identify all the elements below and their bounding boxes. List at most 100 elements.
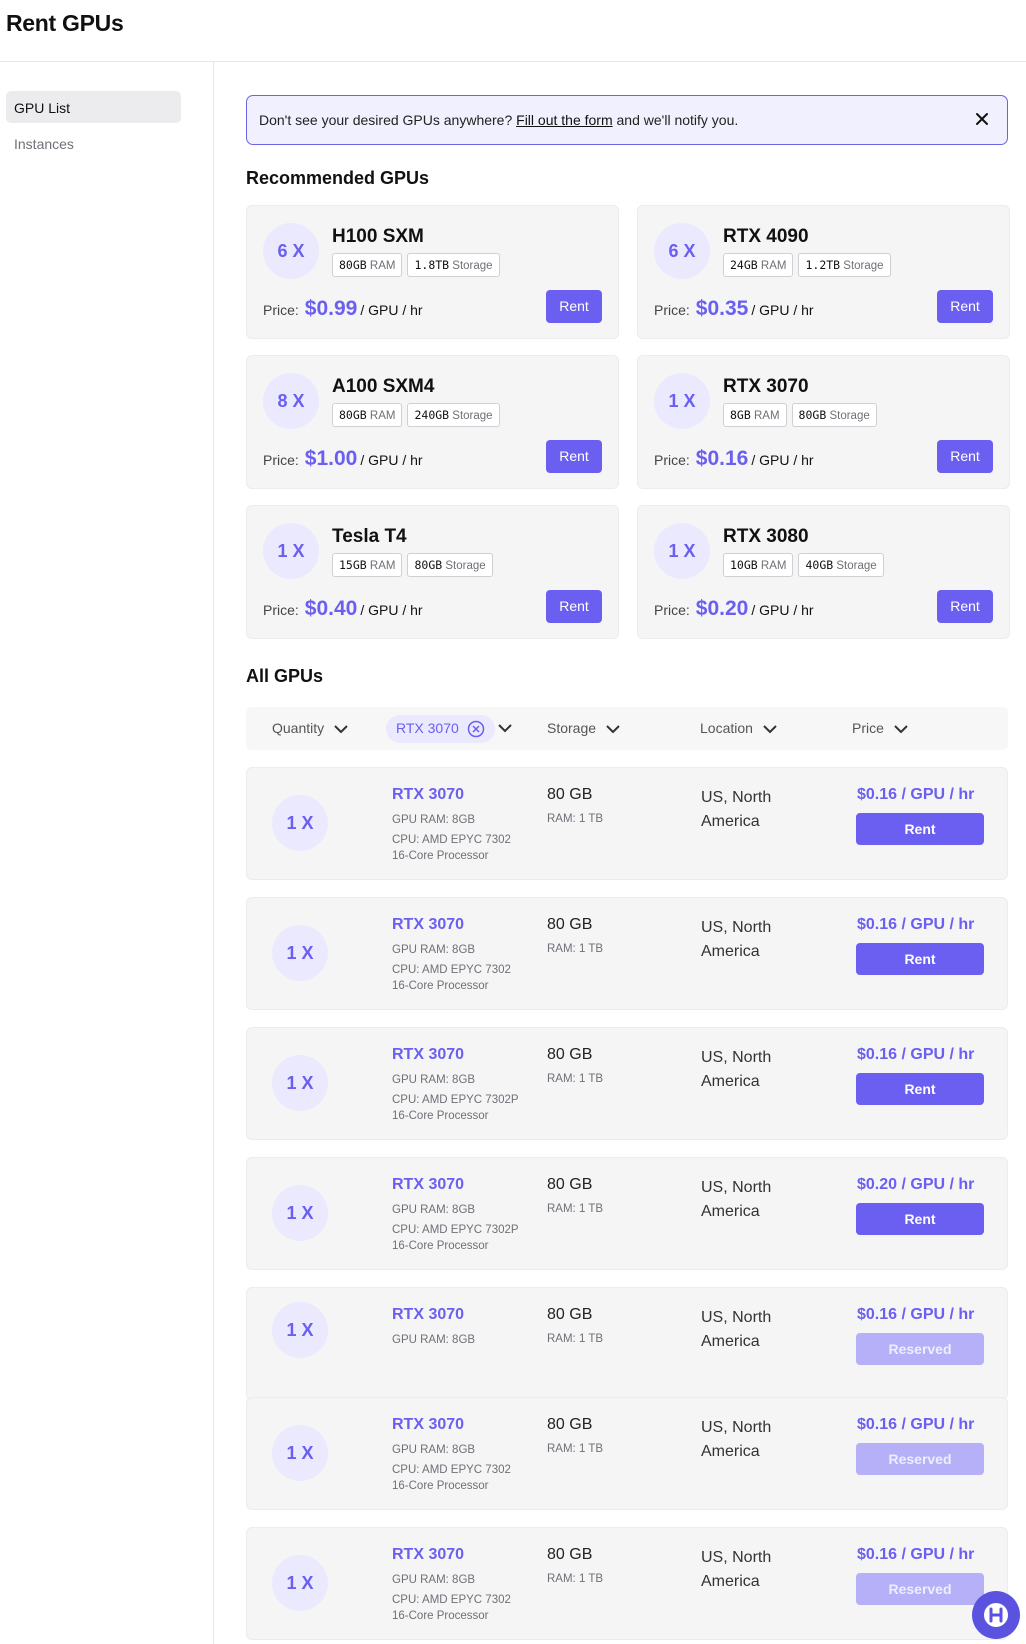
- gpu-ram: GPU RAM: 8GB: [392, 1204, 476, 1216]
- ram-unit: RAM: [753, 410, 780, 422]
- price-unit: / GPU / hr: [360, 302, 423, 318]
- rent-button[interactable]: Rent: [856, 813, 984, 845]
- price-amount: $1.00: [304, 447, 358, 470]
- reserved-button[interactable]: Reserved: [856, 1333, 984, 1365]
- storage-unit: Storage: [452, 410, 493, 422]
- rent-button[interactable]: Rent: [546, 590, 602, 623]
- gpu-name-link[interactable]: RTX 3070: [392, 1306, 464, 1324]
- price-unit: / GPU / hr: [751, 602, 814, 618]
- quantity-badge: 1 X: [654, 523, 710, 579]
- fill-form-link[interactable]: Fill out the form: [516, 112, 612, 128]
- gpu-card: 8 X A100 SXM4 80GB RAM 240GB Storage Price: $…: [246, 355, 619, 489]
- location-line-1: US, North: [701, 1549, 772, 1566]
- storage-value: 80 GB: [547, 786, 593, 803]
- quantity-badge: 1 X: [272, 1302, 328, 1358]
- gpu-list-row: 1 X RTX 3070 GPU RAM: 8GB CPU: AMD EPYC 730…: [246, 767, 1008, 880]
- cpu-model: CPU: AMD EPYC 7302P: [392, 1224, 519, 1236]
- price: Price: $0.99/ GPU / hr: [263, 297, 423, 321]
- filter-bar: Quantity RTX 3070 Storage Location Price: [246, 707, 1008, 750]
- filter-quantity[interactable]: Quantity: [272, 720, 350, 736]
- rent-button[interactable]: Rent: [856, 1203, 984, 1235]
- filter-gpu-label: RTX 3070: [396, 720, 459, 736]
- cpu-model: CPU: AMD EPYC 7302P: [392, 1094, 519, 1106]
- reserved-button[interactable]: Reserved: [856, 1573, 984, 1605]
- cpu-model: CPU: AMD EPYC 7302: [392, 1464, 511, 1476]
- spec-chips: 15GB RAM 80GB Storage: [332, 553, 493, 577]
- clear-circle-icon[interactable]: [467, 720, 485, 738]
- rent-button[interactable]: Rent: [546, 290, 602, 323]
- sidebar-item-gpu-list[interactable]: GPU List: [6, 91, 181, 123]
- price-unit: / GPU / hr: [360, 602, 423, 618]
- price-amount: $0.16: [695, 447, 749, 470]
- ram-value: RAM: 1 TB: [547, 1333, 604, 1345]
- cpu-cores: 16-Core Processor: [392, 1110, 489, 1122]
- location-line-1: US, North: [701, 789, 772, 806]
- close-icon[interactable]: [973, 110, 991, 128]
- help-chat-button[interactable]: [972, 1591, 1020, 1639]
- storage-chip: 80GB Storage: [407, 553, 493, 577]
- storage-value: 80GB: [414, 558, 443, 572]
- chevron-down-icon: [763, 725, 777, 734]
- quantity-badge: 1 X: [654, 373, 710, 429]
- spec-chips: 80GB RAM 240GB Storage: [332, 403, 500, 427]
- rent-button[interactable]: Rent: [856, 943, 984, 975]
- quantity-badge: 1 X: [272, 795, 328, 851]
- sidebar-item-instances[interactable]: Instances: [6, 127, 181, 159]
- gpu-card: 6 X RTX 4090 24GB RAM 1.2TB Storage Price: $0…: [637, 205, 1010, 339]
- cpu-model: CPU: AMD EPYC 7302: [392, 834, 511, 846]
- location-line-2: America: [701, 1203, 760, 1220]
- quantity-badge: 6 X: [654, 223, 710, 279]
- location: US, North America: [701, 1416, 821, 1464]
- filter-price[interactable]: Price: [852, 720, 910, 736]
- reserved-button[interactable]: Reserved: [856, 1443, 984, 1475]
- ram-chip: 15GB RAM: [332, 553, 403, 577]
- price-unit: / GPU / hr: [360, 452, 423, 468]
- storage-value: 80 GB: [547, 1416, 593, 1433]
- ram-unit: RAM: [369, 410, 396, 422]
- rent-button[interactable]: Rent: [546, 440, 602, 473]
- gpu-name-link[interactable]: RTX 3070: [392, 1176, 464, 1194]
- gpu-ram: GPU RAM: 8GB: [392, 814, 476, 826]
- quantity-badge: 1 X: [272, 1555, 328, 1611]
- row-price: $0.16 / GPU / hr: [857, 1306, 975, 1323]
- gpu-ram: GPU RAM: 8GB: [392, 1444, 476, 1456]
- gpu-name-link[interactable]: RTX 3070: [392, 1546, 464, 1564]
- storage-value: 80 GB: [547, 1306, 593, 1323]
- storage-value: 1.8TB: [414, 258, 450, 272]
- price-label: Price:: [654, 602, 690, 618]
- filter-storage[interactable]: Storage: [547, 720, 622, 736]
- location: US, North America: [701, 916, 821, 964]
- ram-value: RAM: 1 TB: [547, 813, 604, 825]
- spec-chips: 8GB RAM 80GB Storage: [723, 403, 877, 427]
- ram-unit: RAM: [369, 260, 396, 272]
- price: Price: $0.40/ GPU / hr: [263, 597, 423, 621]
- location-line-2: America: [701, 1073, 760, 1090]
- sidebar: GPU List Instances: [0, 62, 214, 1644]
- notify-banner: Don't see your desired GPUs anywhere? Fi…: [246, 95, 1008, 145]
- rent-button[interactable]: Rent: [937, 290, 993, 323]
- storage-value: 80 GB: [547, 1176, 593, 1193]
- rent-button[interactable]: Rent: [856, 1073, 984, 1105]
- gpu-name-link[interactable]: RTX 3070: [392, 1046, 464, 1064]
- storage-value: 80 GB: [547, 916, 593, 933]
- filter-location[interactable]: Location: [700, 720, 779, 736]
- location-line-1: US, North: [701, 919, 772, 936]
- location: US, North America: [701, 1046, 821, 1094]
- page-title: Rent GPUs: [6, 10, 124, 36]
- rent-button[interactable]: Rent: [937, 590, 993, 623]
- recommended-title: Recommended GPUs: [246, 168, 430, 188]
- rent-button[interactable]: Rent: [937, 440, 993, 473]
- location-line-2: America: [701, 943, 760, 960]
- chevron-down-icon[interactable]: [496, 722, 514, 734]
- storage-unit: Storage: [836, 560, 877, 572]
- ram-unit: RAM: [369, 560, 396, 572]
- gpu-name-link[interactable]: RTX 3070: [392, 1416, 464, 1434]
- storage-value: 240GB: [414, 408, 450, 422]
- gpu-name-link[interactable]: RTX 3070: [392, 916, 464, 934]
- price-amount: $0.35: [695, 297, 749, 320]
- gpu-name-link[interactable]: RTX 3070: [392, 786, 464, 804]
- cpu-cores: 16-Core Processor: [392, 1610, 489, 1622]
- filter-gpu-chip[interactable]: RTX 3070: [386, 715, 495, 743]
- location-line-1: US, North: [701, 1419, 772, 1436]
- price-unit: / GPU / hr: [751, 452, 814, 468]
